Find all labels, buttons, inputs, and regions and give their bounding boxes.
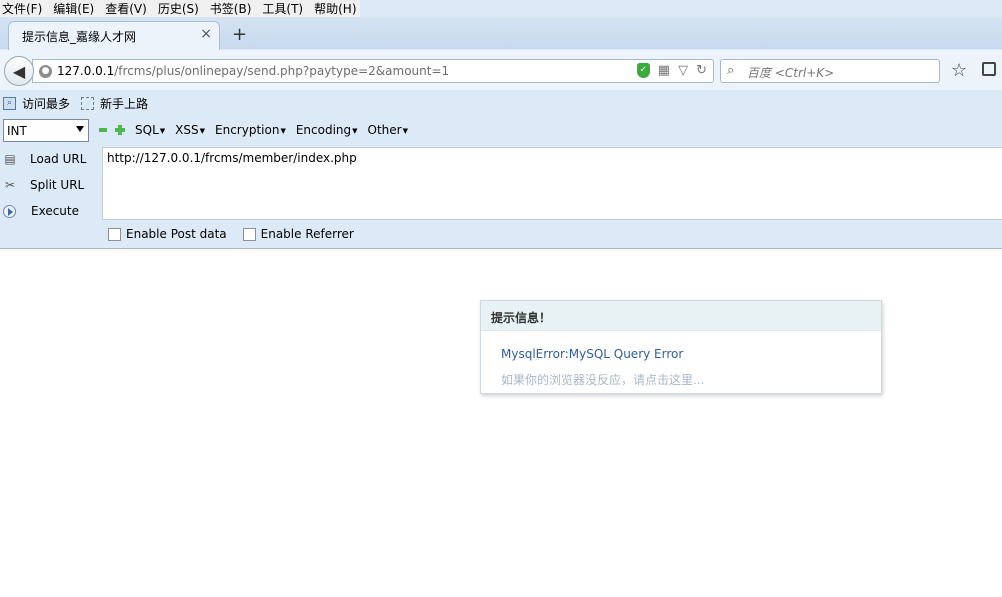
load-url-icon: ▤ bbox=[4, 152, 16, 166]
search-box[interactable]: ⌕ 百度 <Ctrl+K> bbox=[720, 59, 940, 83]
hackbar-url-input[interactable]: http://127.0.0.1/frcms/member/index.php bbox=[102, 147, 1002, 220]
menu-edit[interactable]: 编辑(E) bbox=[53, 0, 94, 17]
bookmark-most-visited[interactable]: ⌕ 访问最多 bbox=[0, 95, 70, 112]
blank-page-icon bbox=[81, 96, 95, 110]
encryption-menu-label: Encryption bbox=[215, 123, 280, 137]
url-path: /frcms/plus/onlinepay/send.php?paytype=2… bbox=[114, 64, 450, 78]
search-placeholder: 百度 <Ctrl+K> bbox=[747, 66, 835, 80]
address-actions: ✓ ▦ ▽ ↻ bbox=[636, 63, 707, 78]
error-message: MysqlError:MySQL Query Error bbox=[501, 347, 684, 361]
type-select-value: INT bbox=[7, 123, 27, 138]
message-title: 提示信息！ bbox=[481, 301, 881, 331]
scissors-icon: ✂ bbox=[4, 178, 16, 192]
sql-menu-label: SQL bbox=[135, 123, 159, 137]
split-url-button[interactable]: ✂ Split URL bbox=[0, 174, 100, 196]
address-bar[interactable]: ● 127.0.0.1/frcms/plus/onlinepay/send.ph… bbox=[32, 59, 714, 83]
caret-down-icon: ▼ bbox=[352, 126, 358, 135]
tab-active[interactable]: 提示信息_嘉缘人才网 × bbox=[8, 21, 220, 50]
caret-down-icon: ▼ bbox=[199, 126, 205, 135]
type-select[interactable]: INT bbox=[3, 118, 89, 142]
shield-icon[interactable]: ✓ bbox=[636, 63, 650, 78]
close-icon[interactable]: × bbox=[200, 26, 212, 42]
address-url: 127.0.0.1/frcms/plus/onlinepay/send.php?… bbox=[57, 64, 449, 78]
reload-icon[interactable]: ↻ bbox=[696, 63, 707, 78]
sql-menu[interactable]: SQL▼ bbox=[135, 123, 165, 137]
bookmark-label: 新手上路 bbox=[100, 96, 149, 111]
url-host: 127.0.0.1 bbox=[57, 64, 115, 78]
caret-down-icon: ▼ bbox=[280, 126, 286, 135]
encryption-menu[interactable]: Encryption▼ bbox=[215, 123, 286, 137]
menu-view[interactable]: 查看(V) bbox=[105, 0, 147, 17]
bookmark-star-icon[interactable]: ☆ bbox=[951, 60, 967, 81]
increase-button[interactable] bbox=[115, 125, 125, 135]
split-url-label: Split URL bbox=[30, 178, 85, 192]
redirect-link[interactable]: 如果你的浏览器没反应，请点击这里... bbox=[501, 371, 704, 388]
caret-down-icon: ▼ bbox=[402, 126, 408, 135]
dropdown-arrow-icon bbox=[76, 125, 84, 132]
menu-history[interactable]: 历史(S) bbox=[158, 0, 199, 17]
menu-bookmarks[interactable]: 书签(B) bbox=[210, 0, 252, 17]
xss-menu-label: XSS bbox=[175, 123, 199, 137]
hackbar-options: Enable Post data Enable Referrer bbox=[108, 227, 370, 241]
bookmarks-list-icon[interactable] bbox=[982, 62, 996, 76]
search-icon: ⌕ bbox=[727, 63, 735, 78]
enable-referrer-label: Enable Referrer bbox=[260, 227, 354, 241]
other-menu-label: Other bbox=[367, 123, 402, 137]
magnifier-folder-icon: ⌕ bbox=[3, 96, 16, 110]
encoding-menu-label: Encoding bbox=[295, 123, 352, 137]
xss-menu[interactable]: XSS▼ bbox=[175, 123, 205, 137]
decrease-button[interactable] bbox=[99, 128, 107, 132]
execute-label: Execute bbox=[31, 204, 79, 218]
qr-code-icon[interactable]: ▦ bbox=[658, 63, 670, 78]
checkbox-box[interactable] bbox=[242, 227, 256, 241]
enable-post-checkbox[interactable]: Enable Post data bbox=[108, 227, 227, 241]
execute-button[interactable]: Execute bbox=[0, 200, 100, 222]
new-tab-button[interactable]: + bbox=[232, 24, 247, 45]
globe-icon: ● bbox=[39, 65, 52, 78]
menu-tools[interactable]: 工具(T) bbox=[262, 0, 303, 17]
menu-help[interactable]: 帮助(H) bbox=[314, 0, 356, 17]
bookmarks-toolbar: ⌕ 访问最多 新手上路 bbox=[0, 92, 400, 114]
menu-file[interactable]: 文件(F) bbox=[2, 0, 42, 17]
back-button[interactable]: ◀ bbox=[4, 56, 34, 86]
hackbar-toolbar: INT SQL▼ XSS▼ Encryption▼ Encoding▼ Othe… bbox=[0, 118, 500, 142]
arrow-left-icon: ◀ bbox=[12, 61, 26, 81]
load-url-button[interactable]: ▤ Load URL bbox=[0, 148, 100, 170]
enable-referrer-checkbox[interactable]: Enable Referrer bbox=[242, 227, 354, 241]
checkbox-box[interactable] bbox=[108, 227, 121, 241]
menu-bar: 文件(F) 编辑(E) 查看(V) 历史(S) 书签(B) 工具(T) 帮助(H… bbox=[0, 0, 360, 17]
tab-title: 提示信息_嘉缘人才网 bbox=[22, 30, 137, 44]
message-box: 提示信息！ MysqlError:MySQL Query Error 如果你的浏… bbox=[480, 300, 882, 394]
other-menu[interactable]: Other▼ bbox=[368, 123, 408, 137]
bookmark-label: 访问最多 bbox=[22, 96, 71, 111]
bookmark-getting-started[interactable]: 新手上路 bbox=[78, 95, 148, 112]
chevron-down-icon[interactable]: ▽ bbox=[678, 63, 688, 78]
content-divider bbox=[0, 248, 1002, 249]
play-icon bbox=[3, 204, 16, 218]
encoding-menu[interactable]: Encoding▼ bbox=[296, 123, 358, 137]
enable-post-label: Enable Post data bbox=[126, 227, 227, 241]
load-url-label: Load URL bbox=[30, 152, 87, 166]
caret-down-icon: ▼ bbox=[159, 126, 166, 135]
